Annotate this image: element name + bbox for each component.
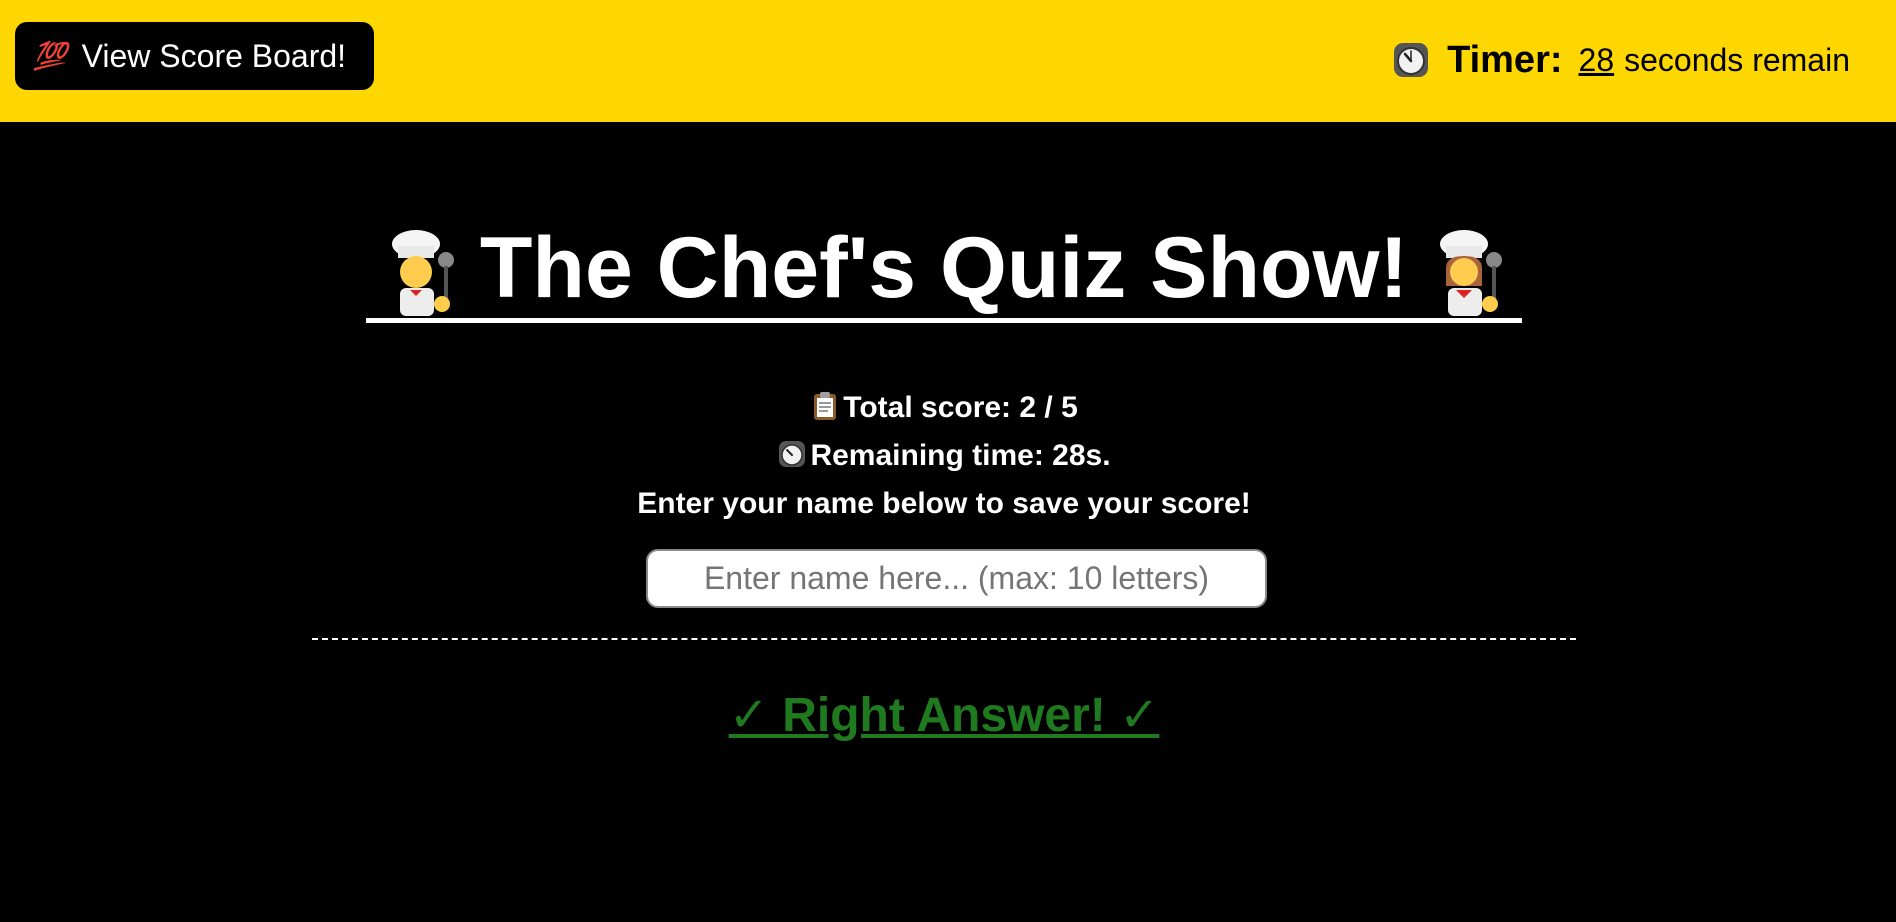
top-bar: 💯 View Score Board! Timer: 28 seconds re… xyxy=(0,0,1896,122)
timer-label: Timer: xyxy=(1447,38,1563,81)
divider xyxy=(312,638,1576,640)
timer: Timer: 28 seconds remain xyxy=(1391,34,1850,86)
man-cook-icon xyxy=(391,230,454,316)
remaining-time: Remaining time: 28s. xyxy=(0,438,1888,474)
woman-cook-icon xyxy=(1440,230,1503,316)
page-title: The Chef's Quiz Show! xyxy=(479,220,1409,316)
page-title-container: The Chef's Quiz Show! xyxy=(0,218,1888,339)
answer-feedback: ✓ Right Answer! ✓ xyxy=(728,689,1160,742)
clock-icon xyxy=(1394,43,1429,77)
view-scoreboard-label: View Score Board! xyxy=(81,37,347,74)
clipboard-icon xyxy=(814,392,837,420)
clock-icon xyxy=(779,441,806,467)
total-score-text: Total score: 2 / 5 xyxy=(843,391,1078,424)
remaining-time-text: Remaining time: 28s. xyxy=(810,439,1111,472)
save-score-prompt: Enter your name below to save your score… xyxy=(637,487,1251,520)
total-score: Total score: 2 / 5 xyxy=(0,390,1888,426)
hundred-points-icon: 💯 xyxy=(33,41,67,71)
timer-suffix: seconds remain xyxy=(1624,41,1850,78)
view-scoreboard-button[interactable]: 💯 View Score Board! xyxy=(15,22,374,90)
timer-seconds: 28 xyxy=(1578,41,1615,78)
name-input[interactable] xyxy=(646,549,1267,608)
